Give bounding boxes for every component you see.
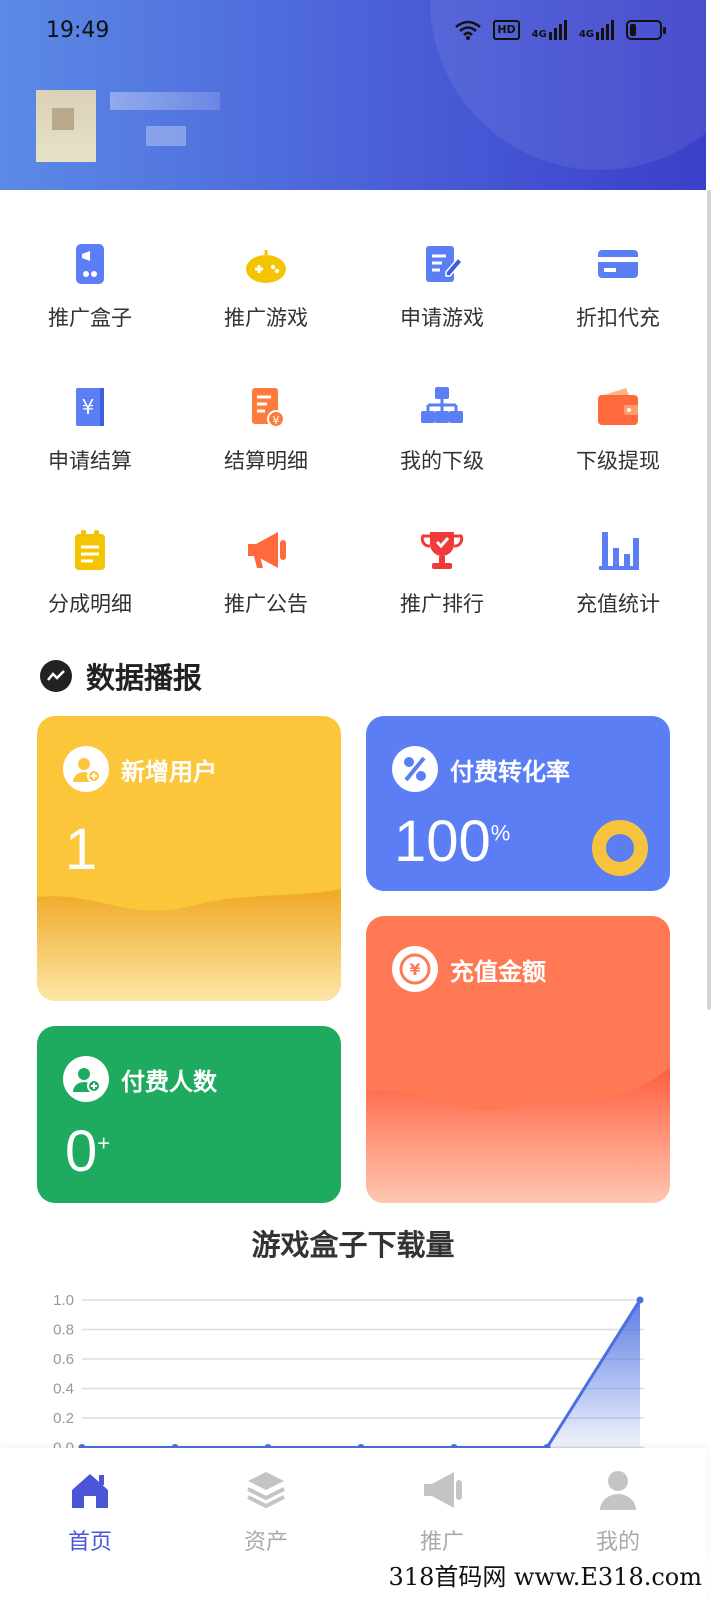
megaphone-icon [424, 1472, 462, 1508]
wave-decoration [37, 889, 341, 1001]
section-title: 数据播报 [86, 661, 203, 695]
hd-badge: HD [493, 20, 520, 40]
yen-coin-icon: ¥ [392, 946, 438, 992]
downloads-line-chart: 1.00.80.60.40.20.0 [53, 1292, 644, 1450]
menu-label: 结算明细 [224, 449, 308, 473]
card-title: 新增用户 [121, 758, 217, 786]
phone-gamepad-icon [76, 244, 104, 284]
conversion-rate-card[interactable]: 付费转化率 100% [366, 716, 670, 891]
series-line [82, 1299, 642, 1449]
menu-item-recharge-stats[interactable]: 充值统计 [530, 516, 706, 626]
hierarchy-icon [421, 387, 463, 423]
edit-document-icon [426, 246, 464, 282]
new-users-card[interactable]: 新增用户 1 [37, 716, 341, 1001]
menu-label: 申请结算 [48, 449, 132, 473]
receipt-icon: ¥ [252, 388, 285, 428]
chart-title: 游戏盒子下载量 [251, 1228, 455, 1262]
card-title: 充值金额 [450, 958, 546, 986]
bar-chart-icon [599, 532, 639, 570]
user-id-blurred [146, 126, 186, 146]
downloads-chart: 1.0 0.8 0.6 0.4 0.2 0.0 [0, 1280, 706, 1450]
y-tick-label: 0.2 [53, 1410, 74, 1427]
menu-item-settlement-detail[interactable]: ¥ 结算明细 [178, 373, 354, 483]
layers-icon [247, 1472, 285, 1509]
add-user-icon [63, 1056, 109, 1102]
yen-book-icon: ¥ [76, 388, 104, 426]
percent-icon [392, 746, 438, 792]
menu-item-my-subordinates[interactable]: 我的下级 [354, 373, 530, 483]
wave-decoration [366, 1067, 670, 1203]
nav-label: 首页 [67, 1530, 112, 1555]
signal-icon-1: 4G [532, 20, 567, 40]
home-icon [72, 1474, 108, 1508]
menu-label: 推广盒子 [48, 306, 132, 330]
y-tick-label: 0.6 [53, 1351, 74, 1368]
gamepad-icon [246, 250, 286, 283]
svg-text:¥: ¥ [409, 960, 420, 979]
trophy-icon [420, 532, 464, 569]
menu-item-promo-ranking[interactable]: 推广排行 [354, 516, 530, 626]
signal-icon-2: 4G [579, 20, 614, 40]
status-icons: HD 4G 4G [455, 20, 666, 40]
menu-item-promo-notice[interactable]: 推广公告 [178, 516, 354, 626]
username-blurred [110, 92, 220, 110]
nav-label: 我的 [595, 1530, 640, 1555]
status-bar: 19:49 HD 4G 4G [0, 0, 706, 62]
nav-assets[interactable]: 资产 [178, 1468, 354, 1556]
avatar[interactable] [36, 90, 96, 162]
card-title: 付费人数 [121, 1068, 217, 1096]
menu-item-discount-recharge[interactable]: 折扣代充 [530, 230, 706, 340]
nav-promo[interactable]: 推广 [354, 1468, 530, 1556]
recharge-amount-card[interactable]: ¥ 充值金额 [366, 916, 670, 1203]
battery-icon [626, 20, 666, 40]
add-user-icon [63, 746, 109, 792]
new-users-value: 1 [65, 817, 98, 882]
menu-label: 推广游戏 [224, 306, 308, 330]
data-point[interactable] [636, 1296, 644, 1304]
menu-label: 折扣代充 [576, 306, 660, 330]
menu-label: 下级提现 [576, 449, 660, 473]
menu-label: 我的下级 [400, 449, 484, 473]
wallet-icon [598, 388, 638, 425]
status-time: 19:49 [46, 18, 110, 43]
y-tick-label: 0.8 [53, 1322, 74, 1339]
card-icon [598, 250, 638, 278]
svg-text:¥: ¥ [273, 414, 280, 427]
menu-label: 推广公告 [224, 592, 308, 616]
menu-label: 推广排行 [400, 592, 484, 616]
y-tick-label: 0.4 [53, 1381, 74, 1398]
menu-label: 申请游戏 [400, 306, 484, 330]
menu-item-subordinate-withdraw[interactable]: 下级提现 [530, 373, 706, 483]
data-report-header: 数据播报 [40, 655, 202, 697]
card-title: 付费转化率 [450, 758, 570, 786]
conversion-value: 100% [394, 809, 511, 874]
wifi-icon [455, 20, 482, 40]
scrollbar[interactable] [707, 190, 711, 1010]
menu-item-promo-box[interactable]: 推广盒子 [2, 230, 178, 340]
svg-text:¥: ¥ [82, 395, 95, 419]
menu-label: 充值统计 [576, 592, 660, 616]
nav-home[interactable]: 首页 [2, 1468, 178, 1556]
profile-header: 19:49 HD 4G 4G [0, 0, 706, 190]
nav-label: 资产 [243, 1530, 288, 1555]
menu-item-revenue-share[interactable]: 分成明细 [2, 516, 178, 626]
ring-decoration [592, 820, 648, 876]
menu-label: 分成明细 [48, 592, 132, 616]
y-tick-label: 1.0 [53, 1292, 74, 1309]
megaphone-icon [248, 532, 286, 568]
clipboard-icon [75, 530, 105, 570]
paying-users-value: 0+ [65, 1119, 111, 1184]
paying-users-card[interactable]: 付费人数 0+ [37, 1026, 341, 1203]
trend-icon [40, 660, 72, 692]
watermark: 318首码网 www.E318.com [382, 1555, 708, 1594]
percent-unit: % [490, 820, 511, 846]
plus-suffix: + [97, 1130, 111, 1156]
nav-mine[interactable]: 我的 [530, 1468, 706, 1556]
user-icon [600, 1471, 636, 1510]
menu-item-apply-settlement[interactable]: ¥ 申请结算 [2, 373, 178, 483]
menu-item-promo-game[interactable]: 推广游戏 [178, 230, 354, 340]
nav-label: 推广 [419, 1530, 464, 1555]
menu-item-apply-game[interactable]: 申请游戏 [354, 230, 530, 340]
series-area [82, 1300, 640, 1448]
